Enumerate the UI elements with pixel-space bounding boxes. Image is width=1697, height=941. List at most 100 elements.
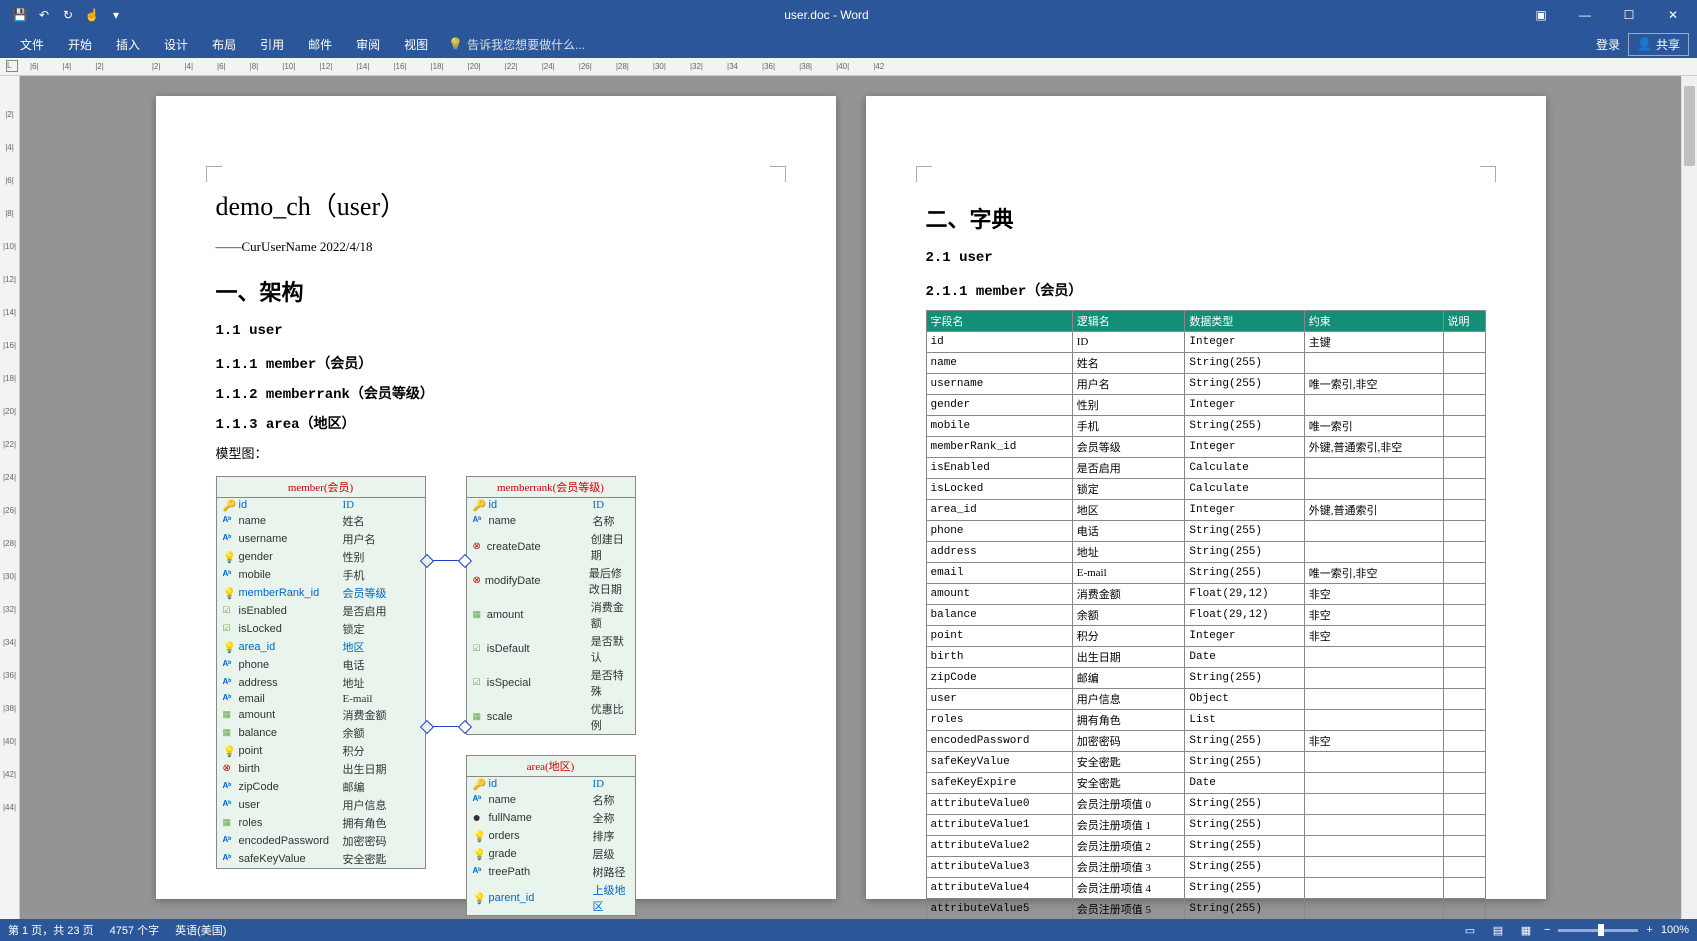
table-cell: String(255)	[1185, 416, 1304, 437]
table-cell: attributeValue5	[926, 899, 1072, 920]
scrollbar-thumb[interactable]	[1684, 86, 1695, 166]
table-cell: 非空	[1304, 626, 1443, 647]
table-row: balance余额Float(29,12)非空	[926, 605, 1485, 626]
entity-field-row: AᵇencodedPassword加密密码	[217, 832, 425, 850]
zoom-slider[interactable]	[1558, 929, 1638, 932]
status-wordcount[interactable]: 4757 个字	[110, 922, 160, 938]
table-cell: 会员注册项值 4	[1072, 878, 1185, 899]
print-layout-icon[interactable]: ▤	[1488, 920, 1508, 940]
ruler-horizontal[interactable]: L |6||4||2||2||4||6||8||10||12||14||16||…	[0, 58, 1697, 76]
zoom-out-button[interactable]: −	[1544, 924, 1550, 936]
redo-icon[interactable]: ↻	[60, 7, 76, 23]
field-name: parent_id	[489, 892, 589, 904]
share-button[interactable]: 👤 共享	[1628, 33, 1689, 56]
field-name: amount	[239, 709, 339, 721]
table-cell: balance	[926, 605, 1072, 626]
field-type-icon: 💡	[223, 551, 235, 563]
field-name: address	[239, 677, 339, 689]
table-cell: area_id	[926, 500, 1072, 521]
page-1[interactable]: demo_ch（user） ——CurUserName 2022/4/18 一、…	[156, 96, 836, 899]
field-label: 消费金额	[343, 707, 387, 723]
entity-field-row: Aᵇuser用户信息	[217, 796, 425, 814]
table-cell: 唯一索引	[1304, 416, 1443, 437]
table-cell: 性别	[1072, 395, 1185, 416]
close-button[interactable]: ✕	[1653, 0, 1693, 30]
scrollbar-vertical[interactable]	[1681, 76, 1697, 919]
ribbon-tab[interactable]: 邮件	[296, 30, 344, 59]
login-link[interactable]: 登录	[1596, 36, 1620, 53]
maximize-button[interactable]: ☐	[1609, 0, 1649, 30]
table-cell	[1304, 479, 1443, 500]
table-cell	[1443, 773, 1485, 794]
qat-more-icon[interactable]: ▾	[108, 7, 124, 23]
share-label: 共享	[1656, 36, 1680, 53]
field-name: username	[239, 533, 339, 545]
field-label: 邮编	[343, 779, 365, 795]
table-cell	[1304, 647, 1443, 668]
ruler-vertical[interactable]: |2||4||6||8||10||12||14||16||18||20||22|…	[0, 76, 20, 919]
tab-selector-icon[interactable]: L	[6, 60, 18, 72]
body-text: 模型图：	[216, 443, 776, 462]
ribbon-tab[interactable]: 插入	[104, 30, 152, 59]
titlebar: 💾 ↶ ↻ ☝ ▾ user.doc - Word ▣ — ☐ ✕	[0, 0, 1697, 30]
table-row: name姓名String(255)	[926, 353, 1485, 374]
ribbon-tab[interactable]: 视图	[392, 30, 440, 59]
ribbon-options-icon[interactable]: ▣	[1521, 0, 1561, 30]
table-cell	[1304, 773, 1443, 794]
table-cell: 会员注册项值 2	[1072, 836, 1185, 857]
doc-title: demo_ch（user）	[216, 186, 776, 223]
field-type-icon: Aᵇ	[223, 693, 235, 705]
tell-me-search[interactable]: 💡 告诉我您想要做什么...	[448, 36, 585, 53]
field-type-icon: 🔑	[473, 499, 485, 511]
field-label: 用户信息	[343, 797, 387, 813]
field-label: 树路径	[593, 864, 626, 880]
ribbon-tab[interactable]: 开始	[56, 30, 104, 59]
table-cell	[1443, 416, 1485, 437]
entity-field-row: Aᵇusername用户名	[217, 530, 425, 548]
ribbon-tab[interactable]: 设计	[152, 30, 200, 59]
zoom-thumb[interactable]	[1598, 924, 1604, 936]
field-label: 全称	[593, 810, 615, 826]
ribbon-tab[interactable]: 引用	[248, 30, 296, 59]
field-name: mobile	[239, 569, 339, 581]
table-cell	[1443, 668, 1485, 689]
entity-field-row: 💡grade层级	[467, 845, 635, 863]
table-row: attributeValue3会员注册项值 3String(255)	[926, 857, 1485, 878]
undo-icon[interactable]: ↶	[36, 7, 52, 23]
status-language[interactable]: 英语(美国)	[175, 922, 226, 938]
field-label: 安全密匙	[343, 851, 387, 867]
table-cell: String(255)	[1185, 353, 1304, 374]
table-cell	[1304, 710, 1443, 731]
ribbon-tab[interactable]: 文件	[8, 30, 56, 59]
entity-title: area(地区)	[467, 756, 635, 777]
zoom-in-button[interactable]: +	[1646, 924, 1652, 936]
touch-mode-icon[interactable]: ☝	[84, 7, 100, 23]
page-2[interactable]: 二、字典 2.1 user 2.1.1 member（会员） 字段名逻辑名数据类…	[866, 96, 1546, 899]
table-cell: attributeValue3	[926, 857, 1072, 878]
save-icon[interactable]: 💾	[12, 7, 28, 23]
web-layout-icon[interactable]: ▦	[1516, 920, 1536, 940]
read-mode-icon[interactable]: ▭	[1460, 920, 1480, 940]
minimize-button[interactable]: —	[1565, 0, 1605, 30]
field-type-icon: Aᵇ	[223, 533, 235, 545]
status-page[interactable]: 第 1 页，共 23 页	[8, 922, 94, 938]
field-name: gender	[239, 551, 339, 563]
table-cell	[1304, 668, 1443, 689]
table-row: roles拥有角色List	[926, 710, 1485, 731]
field-label: 余额	[343, 725, 365, 741]
zoom-level[interactable]: 100%	[1661, 924, 1689, 936]
table-cell: point	[926, 626, 1072, 647]
field-name: area_id	[239, 641, 339, 653]
table-cell: String(255)	[1185, 794, 1304, 815]
ribbon-tab[interactable]: 布局	[200, 30, 248, 59]
table-cell	[1443, 458, 1485, 479]
field-name: roles	[239, 817, 339, 829]
table-cell	[1443, 647, 1485, 668]
table-row: attributeValue4会员注册项值 4String(255)	[926, 878, 1485, 899]
table-row: safeKeyExpire安全密匙Date	[926, 773, 1485, 794]
document-pages: demo_ch（user） ——CurUserName 2022/4/18 一、…	[20, 76, 1681, 919]
table-cell	[1443, 878, 1485, 899]
table-cell: String(255)	[1185, 374, 1304, 395]
ribbon-tab[interactable]: 审阅	[344, 30, 392, 59]
field-type-icon: Aᵇ	[473, 866, 485, 878]
